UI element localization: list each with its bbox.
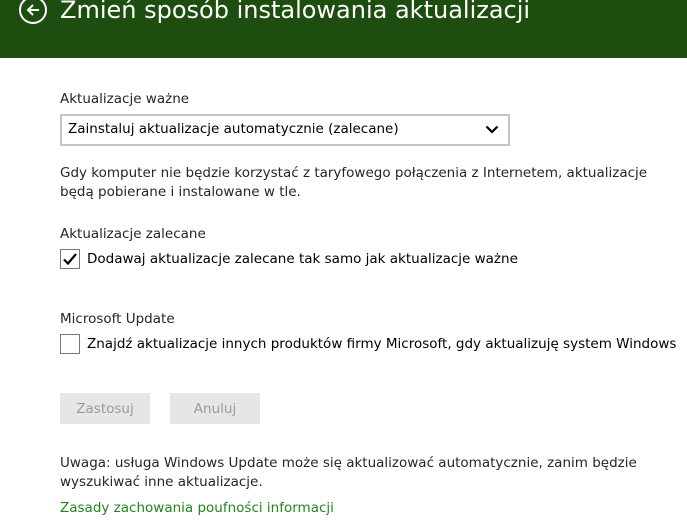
back-arrow-icon <box>26 4 39 16</box>
dropdown-selected-value: Zainstaluj aktualizacje automatycznie (z… <box>68 121 399 137</box>
apply-button[interactable]: Zastosuj <box>60 393 150 424</box>
important-updates-description: Gdy komputer nie będzie korzystać z tary… <box>60 165 648 200</box>
important-updates-dropdown[interactable]: Zainstaluj aktualizacje automatycznie (z… <box>60 114 510 146</box>
microsoft-update-checkbox-label: Znajdź aktualizacje innych produktów fir… <box>87 336 677 352</box>
page-title: Zmień sposób instalowania aktualizacji <box>60 0 531 24</box>
checkmark-icon <box>63 253 77 266</box>
back-button[interactable] <box>19 0 47 24</box>
recommended-updates-checkbox[interactable] <box>60 249 80 269</box>
recommended-updates-checkbox-label: Dodawaj aktualizacje zalecane tak samo j… <box>87 251 518 267</box>
recommended-updates-option[interactable]: Dodawaj aktualizacje zalecane tak samo j… <box>60 249 518 269</box>
microsoft-update-label: Microsoft Update <box>60 311 175 327</box>
important-updates-label: Aktualizacje ważne <box>60 91 190 107</box>
microsoft-update-option[interactable]: Znajdź aktualizacje innych produktów fir… <box>60 334 676 354</box>
privacy-policy-link[interactable]: Zasady zachowania poufności informacji <box>60 500 334 516</box>
chevron-down-icon <box>485 125 499 134</box>
cancel-button[interactable]: Anuluj <box>170 393 260 424</box>
microsoft-update-checkbox[interactable] <box>60 334 80 354</box>
note-text: Uwaga: usługa Windows Update może się ak… <box>60 455 637 490</box>
header-bar: Zmień sposób instalowania aktualizacji <box>0 0 687 58</box>
recommended-updates-label: Aktualizacje zalecane <box>60 226 206 242</box>
